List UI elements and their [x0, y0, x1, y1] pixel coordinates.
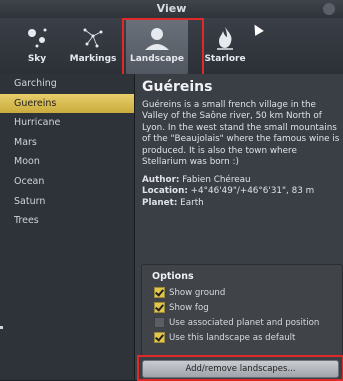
tab-sky-label: Sky — [27, 54, 47, 64]
use-planet-position-checkbox[interactable]: Use associated planet and position — [154, 317, 319, 329]
use-as-default-checkbox[interactable]: Use this landscape as default — [154, 332, 295, 344]
tab-markings-label: Markings — [69, 54, 117, 64]
planet-label: Planet: — [142, 197, 178, 208]
checkbox-checked-icon[interactable] — [154, 287, 165, 298]
landscape-details-panel: Guéreins Guéreins is a small french vill… — [135, 74, 343, 380]
starlore-icon — [217, 27, 233, 50]
markings-icon — [83, 28, 103, 48]
location-line: Location: +4°46'49"/+46°6'31", 83 m — [142, 186, 340, 198]
landscape-list[interactable]: Garching Guereins Hurricane Mars Moon Oc… — [0, 74, 135, 380]
list-item[interactable]: Moon — [0, 152, 134, 172]
options-group: Options Show ground Show fog Use associa… — [141, 264, 343, 356]
show-fog-label: Show fog — [169, 303, 209, 313]
list-item[interactable]: Garching — [0, 74, 134, 94]
show-fog-checkbox[interactable]: Show fog — [154, 302, 209, 314]
landscape-description: Guéreins Guéreins is a small french vill… — [142, 78, 340, 258]
tab-landscape[interactable]: Landscape — [126, 18, 188, 74]
window-title: View — [0, 0, 343, 19]
show-ground-label: Show ground — [169, 288, 226, 298]
author-value: Fabien Chéreau — [182, 174, 251, 185]
checkbox-checked-icon[interactable] — [154, 332, 165, 343]
landscape-icon — [145, 28, 169, 50]
planet-value: Earth — [180, 197, 204, 208]
list-item[interactable]: Ocean — [0, 172, 134, 192]
author-label: Author: — [142, 174, 180, 185]
checkbox-unchecked-icon[interactable] — [154, 317, 165, 328]
list-item[interactable]: Saturn — [0, 192, 134, 212]
tab-starlore-label: Starlore — [204, 54, 246, 64]
bullet-marker — [0, 326, 3, 329]
tab-sky[interactable]: Sky — [6, 18, 68, 74]
list-item[interactable]: Mars — [0, 133, 134, 153]
checkbox-checked-icon[interactable] — [154, 302, 165, 313]
tab-starlore[interactable]: Starlore — [194, 18, 256, 74]
author-line: Author: Fabien Chéreau — [142, 175, 340, 187]
tab-markings[interactable]: Markings — [62, 18, 124, 74]
planet-line: Planet: Earth — [142, 198, 340, 210]
use-as-default-label: Use this landscape as default — [169, 333, 296, 343]
add-remove-landscapes-button[interactable]: Add/remove landscapes... — [142, 360, 339, 378]
location-value: +4°46'49"/+46°6'31", 83 m — [190, 186, 315, 196]
list-item[interactable]: Hurricane — [0, 113, 134, 133]
tab-bar: Sky Markings Landscape Starlore — [0, 18, 343, 75]
show-ground-checkbox[interactable]: Show ground — [154, 287, 225, 299]
view-window: View Sky Markings Landscape Starlore Gar… — [0, 0, 343, 381]
landscape-description-text: Guéreins is a small french village in th… — [142, 99, 340, 168]
landscape-title: Guéreins — [142, 79, 213, 95]
list-item-selected[interactable]: Guereins — [0, 93, 134, 114]
tab-landscape-label: Landscape — [130, 54, 184, 64]
list-item[interactable]: Trees — [0, 211, 134, 231]
location-label: Location: — [142, 186, 188, 196]
sky-icon — [28, 28, 47, 48]
options-title: Options — [152, 271, 194, 282]
use-planet-position-label: Use associated planet and position — [169, 318, 320, 328]
close-icon[interactable] — [323, 3, 335, 15]
